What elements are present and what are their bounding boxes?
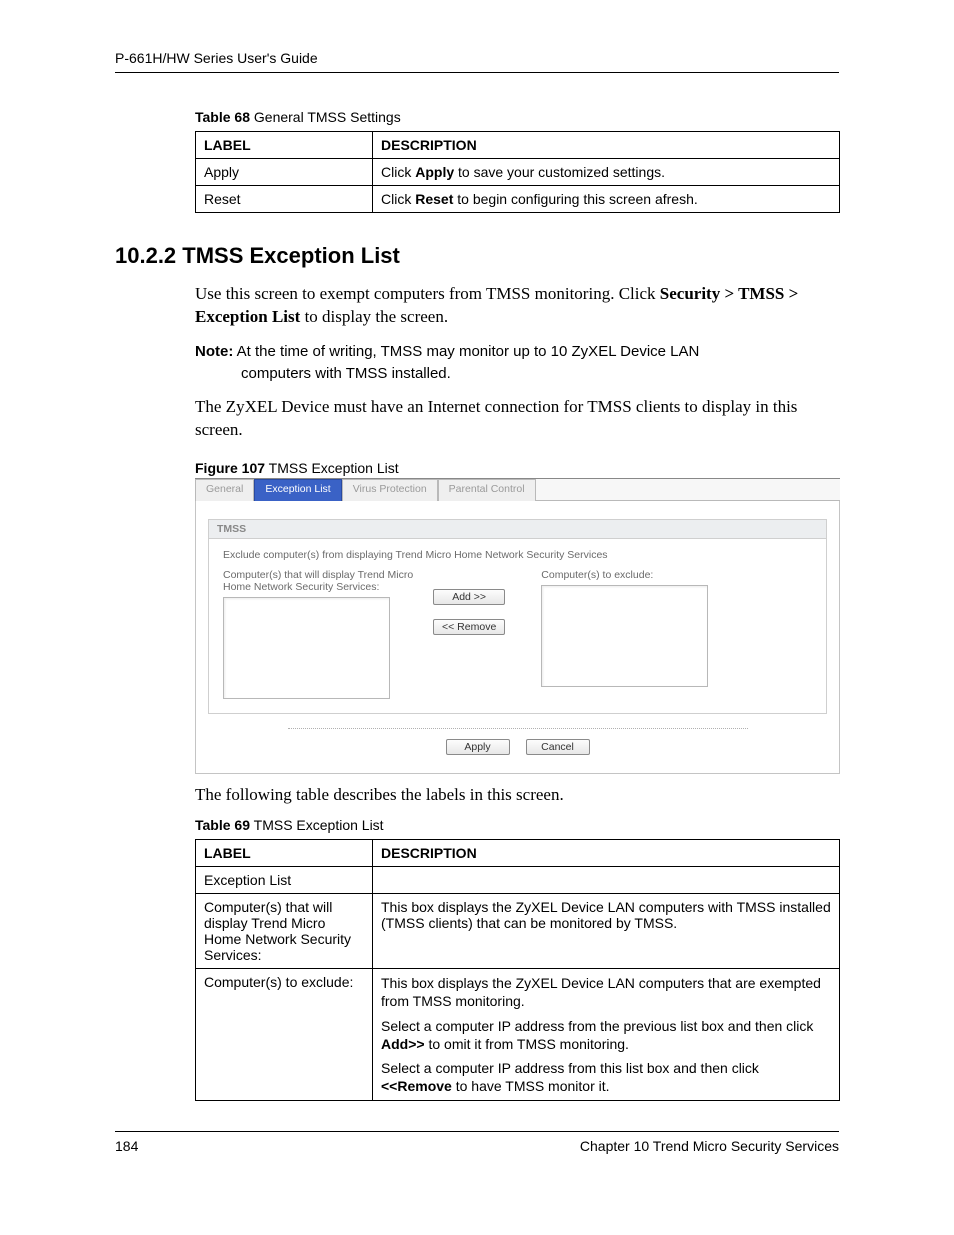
td-exclude-label: Computer(s) to exclude:: [196, 969, 373, 1101]
tab-virus-protection[interactable]: Virus Protection: [342, 479, 438, 501]
section-heading: 10.2.2 TMSS Exception List: [115, 243, 839, 269]
figure-107-screenshot: General Exception List Virus Protection …: [195, 478, 840, 774]
table-69: LABEL DESCRIPTION Exception List Compute…: [195, 839, 840, 1101]
footer-page-number: 184: [115, 1138, 138, 1154]
td-exception-list-label: Exception List: [196, 867, 373, 894]
td-reset-label: Reset: [196, 186, 373, 213]
section-note: Note: At the time of writing, TMSS may m…: [195, 341, 839, 385]
section-p3: The following table describes the labels…: [195, 784, 839, 807]
ss-panel-title: TMSS: [208, 519, 827, 539]
td-include-label: Computer(s) that will display Trend Micr…: [196, 894, 373, 969]
footer-chapter: Chapter 10 Trend Micro Security Services: [580, 1138, 839, 1154]
remove-button[interactable]: << Remove: [433, 619, 505, 635]
td-reset-desc: Click Reset to begin configuring this sc…: [373, 186, 840, 213]
table-68-num: Table 68: [195, 109, 250, 125]
section-p2: The ZyXEL Device must have an Internet c…: [195, 396, 839, 442]
tab-general[interactable]: General: [195, 479, 254, 501]
table-68-title: General TMSS Settings: [250, 109, 401, 125]
td-exclude-desc: This box displays the ZyXEL Device LAN c…: [373, 969, 840, 1101]
th-label: LABEL: [196, 840, 373, 867]
ss-right-label: Computer(s) to exclude:: [541, 569, 741, 581]
td-apply-desc: Click Apply to save your customized sett…: [373, 159, 840, 186]
th-desc: DESCRIPTION: [373, 840, 840, 867]
apply-button[interactable]: Apply: [446, 739, 510, 755]
include-listbox[interactable]: [223, 597, 390, 699]
cancel-button[interactable]: Cancel: [526, 739, 590, 755]
ss-tabbar: General Exception List Virus Protection …: [195, 479, 840, 501]
th-desc: DESCRIPTION: [373, 132, 840, 159]
td-include-desc: This box displays the ZyXEL Device LAN c…: [373, 894, 840, 969]
section-intro: Use this screen to exempt computers from…: [195, 283, 839, 329]
td-exception-list-desc: [373, 867, 840, 894]
table-68: LABEL DESCRIPTION Apply Click Apply to s…: [195, 131, 840, 213]
figure-107-caption: Figure 107 TMSS Exception List: [195, 460, 839, 476]
td-apply-label: Apply: [196, 159, 373, 186]
ss-left-label: Computer(s) that will display Trend Micr…: [223, 569, 423, 593]
ss-instruction: Exclude computer(s) from displaying Tren…: [223, 549, 812, 561]
tab-exception-list[interactable]: Exception List: [254, 479, 341, 501]
ss-divider: [288, 728, 748, 729]
running-header: P-661H/HW Series User's Guide: [115, 50, 839, 73]
table-68-caption: Table 68 General TMSS Settings: [195, 109, 839, 125]
tab-parental-control[interactable]: Parental Control: [438, 479, 536, 501]
table-69-caption: Table 69 TMSS Exception List: [195, 817, 839, 833]
exclude-listbox[interactable]: [541, 585, 708, 687]
th-label: LABEL: [196, 132, 373, 159]
add-button[interactable]: Add >>: [433, 589, 505, 605]
